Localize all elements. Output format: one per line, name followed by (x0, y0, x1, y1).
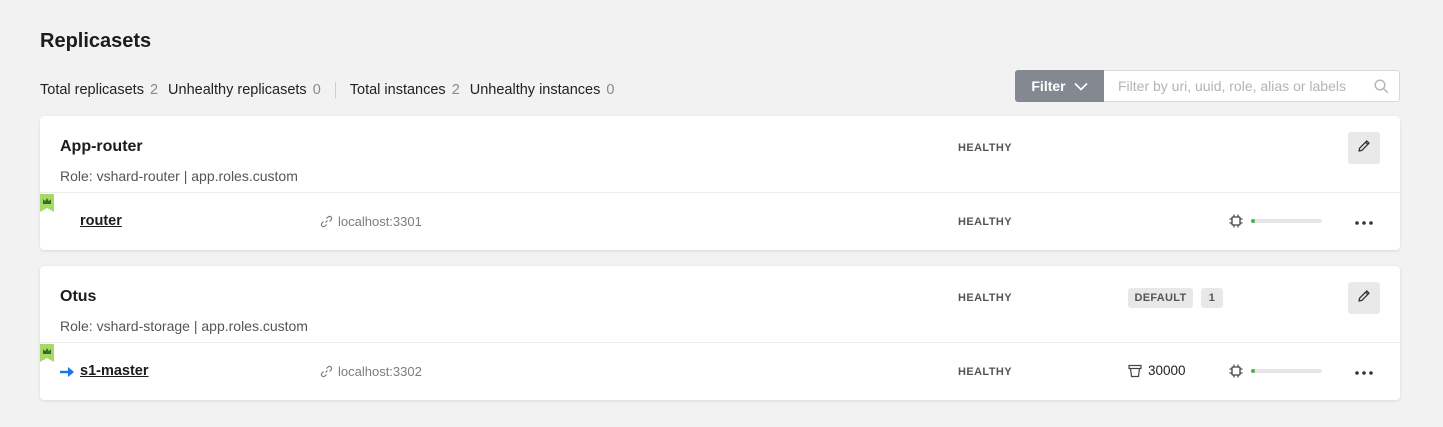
edit-replicaset-button[interactable] (1348, 282, 1380, 314)
stats-divider (334, 82, 336, 98)
chip-icon (1229, 364, 1243, 383)
pencil-icon (1356, 138, 1372, 159)
replicaset-header: Otus Role: vshard-storage | app.roles.cu… (40, 266, 1400, 343)
instance-name-link[interactable]: s1-master (80, 363, 149, 379)
instance-uri: localhost:3302 (320, 364, 422, 379)
instance-row: s1-master localhost:3302 HEALTHY 30000 (40, 343, 1400, 399)
replicaset-name: App-router (60, 138, 143, 155)
stat-label: Unhealthy instances (469, 82, 601, 98)
instance-uri: localhost:3301 (320, 214, 422, 229)
pencil-icon (1356, 288, 1372, 309)
weight-badge: 1 (1201, 288, 1223, 308)
stat-total-replicasets: Total replicasets 2 (40, 82, 158, 98)
stat-value: 2 (451, 82, 460, 98)
replicaset-name: Otus (60, 288, 97, 305)
instance-name-link[interactable]: router (80, 213, 122, 229)
stat-value: 0 (606, 82, 615, 98)
stats-bar: Total replicasets 2 Unhealthy replicaset… (40, 82, 624, 98)
instance-more-button[interactable] (1352, 361, 1376, 381)
link-icon (320, 365, 333, 378)
filter-input-wrapper (1104, 70, 1400, 102)
instance-row: router localhost:3301 HEALTHY (40, 193, 1400, 249)
replicaset-role: Role: vshard-router | app.roles.custom (60, 168, 298, 184)
instance-status: HEALTHY (958, 366, 1012, 378)
page-title: Replicasets (40, 30, 152, 52)
replicaset-card: App-router Role: vshard-router | app.rol… (40, 116, 1400, 250)
instance-uri-text: localhost:3301 (338, 214, 422, 229)
vshard-group-badge: DEFAULT (1128, 288, 1193, 308)
link-icon (320, 215, 333, 228)
chevron-down-icon (1074, 82, 1088, 91)
edit-replicaset-button[interactable] (1348, 132, 1380, 164)
replicaset-header: App-router Role: vshard-router | app.rol… (40, 116, 1400, 193)
stat-unhealthy-instances: Unhealthy instances 0 (470, 82, 615, 98)
arrow-right-icon (59, 365, 75, 383)
replicaset-role: Role: vshard-storage | app.roles.custom (60, 318, 308, 334)
ellipsis-icon (1355, 362, 1373, 380)
memory-usage-fill (1251, 369, 1255, 373)
filter-input[interactable] (1104, 71, 1399, 101)
ellipsis-icon (1355, 212, 1373, 230)
stat-value: 2 (149, 82, 159, 98)
filter-bar: Filter (1015, 70, 1400, 102)
stat-value: 0 (312, 82, 321, 98)
stat-label: Total replicasets (40, 82, 144, 98)
replicaset-card: Otus Role: vshard-storage | app.roles.cu… (40, 266, 1400, 400)
search-icon[interactable] (1374, 79, 1389, 99)
filter-button-label: Filter (1031, 78, 1066, 94)
bucket-count-text: 30000 (1148, 363, 1186, 378)
instance-status: HEALTHY (958, 216, 1012, 228)
bucket-icon (1128, 364, 1142, 378)
bucket-count: 30000 (1128, 363, 1186, 378)
memory-usage-bar (1251, 219, 1322, 223)
crown-icon (40, 344, 54, 367)
replicaset-status: HEALTHY (958, 292, 1012, 304)
instance-uri-text: localhost:3302 (338, 364, 422, 379)
stat-total-instances: Total instances 2 (350, 82, 460, 98)
filter-button[interactable]: Filter (1015, 70, 1104, 102)
crown-icon (40, 194, 54, 217)
stat-label: Unhealthy replicasets (168, 82, 307, 98)
chip-icon (1229, 214, 1243, 233)
stat-label: Total instances (349, 82, 446, 98)
memory-usage-fill (1251, 219, 1255, 223)
instance-more-button[interactable] (1352, 211, 1376, 231)
stat-unhealthy-replicasets: Unhealthy replicasets 0 (168, 82, 321, 98)
memory-usage-bar (1251, 369, 1322, 373)
replicaset-status: HEALTHY (958, 142, 1012, 154)
